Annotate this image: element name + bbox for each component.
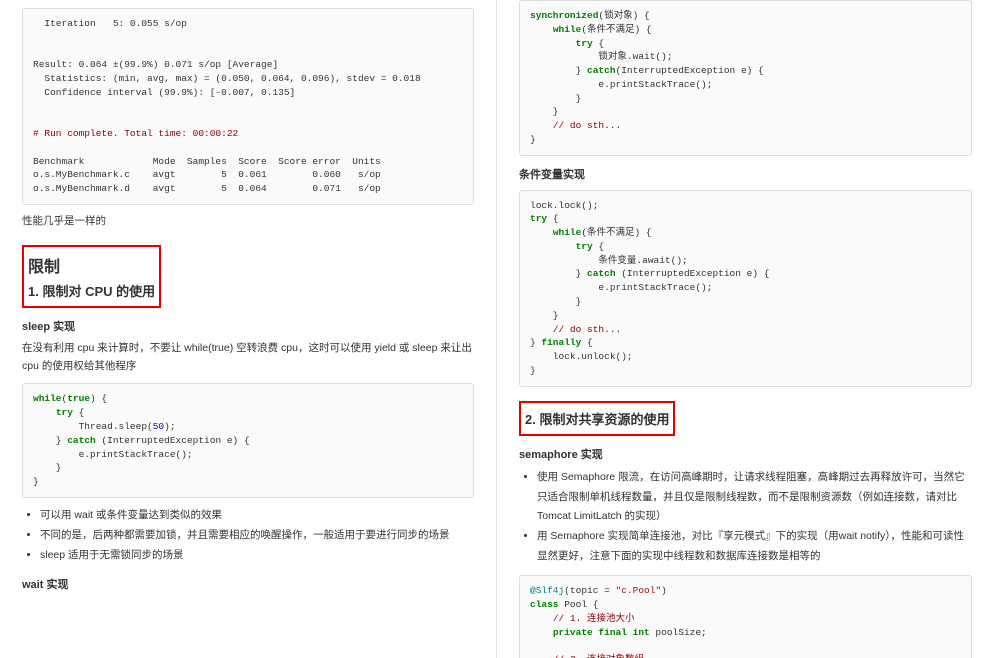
sleep-notes-list: 可以用 wait 或条件变量达到类似的效果 不同的是，后两种都需要加锁，并且需要… [40,506,474,566]
benchmark-output-block: Iteration 5: 0.055 s/op Result: 0.064 ±(… [22,8,474,205]
condvar-code-block: lock.lock(); try { while(条件不满足) { try { … [519,190,972,387]
h2-limit: 限制 [28,253,155,277]
list-item: 可以用 wait 或条件变量达到类似的效果 [40,506,474,526]
h4-sleep-impl: sleep 实现 [22,318,474,334]
left-page: Iteration 5: 0.055 s/op Result: 0.064 ±(… [0,0,497,658]
h4-wait-impl: wait 实现 [22,576,474,592]
h3-shared-resource: 2. 限制对共享资源的使用 [525,409,669,428]
list-item: 使用 Semaphore 限流，在访问高峰期时，让请求线程阻塞，高峰期过去再释放… [537,468,972,528]
right-page: synchronized(锁对象) { while(条件不满足) { try {… [497,0,994,658]
sleep-code-block: while(true) { try { Thread.sleep(50); } … [22,383,474,497]
perf-note: 性能几乎是一样的 [22,213,474,231]
list-item: 不同的是，后两种都需要加锁，并且需要相应的唤醒操作，一般适用于要进行同步的场景 [40,526,474,546]
list-item: sleep 适用于无需锁同步的场景 [40,546,474,566]
pool-code-block: @Slf4j(topic = "c.Pool") class Pool { //… [519,575,972,658]
h4-condvar-impl: 条件变量实现 [519,166,972,182]
sleep-desc: 在没有利用 cpu 来计算时，不要让 while(true) 空转浪费 cpu，… [22,340,474,376]
list-item: 用 Semaphore 实现简单连接池，对比『享元模式』下的实现（用wait n… [537,527,972,567]
h4-semaphore-impl: semaphore 实现 [519,446,972,462]
h3-cpu-limit: 1. 限制对 CPU 的使用 [28,281,155,300]
semaphore-notes-list: 使用 Semaphore 限流，在访问高峰期时，让请求线程阻塞，高峰期过去再释放… [537,468,972,568]
wait-code-block: synchronized(锁对象) { while(条件不满足) { try {… [519,0,972,156]
section-header-box-2: 2. 限制对共享资源的使用 [519,401,972,436]
section-header-box: 限制 1. 限制对 CPU 的使用 [22,245,474,308]
